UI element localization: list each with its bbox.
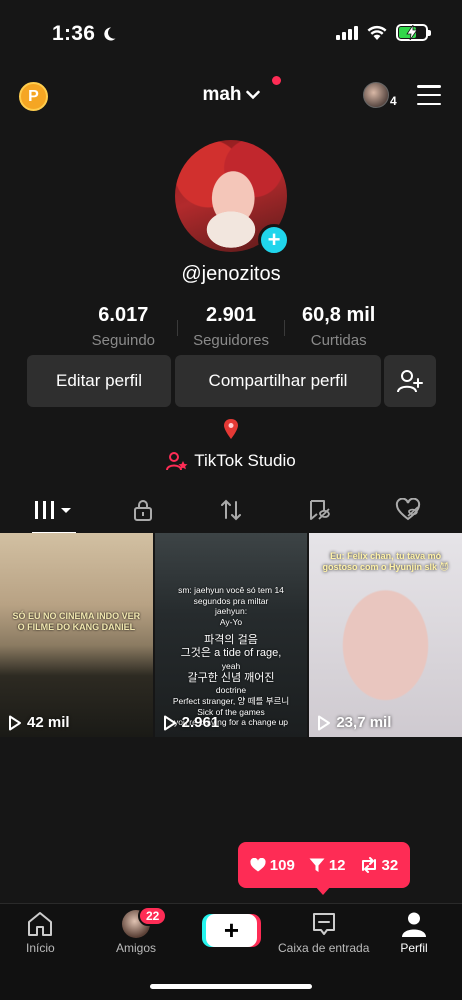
view-count: 23,7 mil <box>317 714 391 731</box>
lyric-line: 갈구한 신념 깨어진 <box>187 671 275 684</box>
lyric-line: Ay-Yo <box>219 616 243 627</box>
stat-following[interactable]: 6.017 Seguindo <box>70 304 177 349</box>
location-pin-icon <box>224 419 238 439</box>
menu-icon[interactable] <box>417 85 441 105</box>
tab-videos[interactable] <box>24 492 84 534</box>
nav-home-label: Início <box>26 941 55 955</box>
lyric-line: sm: jaehyun você só tem 14 segundos pra … <box>178 585 284 606</box>
play-icon <box>163 715 176 730</box>
stat-followers-value: 2.901 <box>205 304 257 326</box>
notification-dot <box>272 76 281 85</box>
nav-home[interactable]: Início <box>26 910 55 955</box>
repost-icon <box>220 499 241 521</box>
moon-icon <box>104 27 116 41</box>
profile-stats: 6.017 Seguindo 2.901 Seguidores 60,8 mil… <box>70 304 392 349</box>
tiktok-studio-link[interactable]: TikTok Studio <box>0 451 462 471</box>
heart-icon <box>250 858 266 872</box>
lyric-line: doctrine <box>215 685 247 696</box>
stat-likes[interactable]: 60,8 mil Curtidas <box>285 304 392 349</box>
nav-inbox[interactable]: Caixa de entrada <box>278 910 369 955</box>
likes-count: 109 <box>250 857 295 874</box>
video-caption: Eu: Felix chan, tu tava mó gostoso com o… <box>322 551 449 573</box>
account-avatar <box>363 82 389 108</box>
profile-handle: @jenozitos <box>181 263 281 285</box>
lyric-line: yeah <box>221 661 241 671</box>
nav-profile[interactable]: Perfil <box>400 910 428 955</box>
add-friend-button[interactable] <box>384 355 436 407</box>
notification-tail <box>315 886 331 895</box>
create-button[interactable]: + <box>206 914 257 947</box>
inbox-icon <box>312 913 335 935</box>
view-count-text: 2.961 <box>181 714 220 731</box>
time-text: 1:36 <box>52 22 96 45</box>
reposts-text: 32 <box>381 856 399 874</box>
filter-share-icon <box>309 858 325 872</box>
share-profile-button[interactable]: Compartilhar perfil <box>175 355 381 407</box>
video-thumbnail[interactable]: SÓ EU NO CINEMA INDO VER O FILME DO KANG… <box>0 533 153 737</box>
activity-notification[interactable]: 109 12 32 <box>238 842 410 888</box>
home-indicator <box>150 984 312 989</box>
edit-profile-button[interactable]: Editar perfil <box>27 355 171 407</box>
video-lyrics: sm: jaehyun você só tem 14 segundos pra … <box>163 585 300 728</box>
stat-followers[interactable]: 2.901 Seguidores <box>178 304 285 349</box>
wifi-icon <box>367 25 387 40</box>
view-count: 42 mil <box>8 714 70 731</box>
stat-likes-label: Curtidas <box>310 332 367 349</box>
stat-following-value: 6.017 <box>98 304 149 326</box>
nav-profile-label: Perfil <box>400 941 428 955</box>
chevron-down-icon <box>245 90 260 100</box>
view-count: 2.961 <box>163 714 220 731</box>
status-icons <box>336 24 431 41</box>
nav-friends-label: Amigos <box>116 941 157 955</box>
accounts-button[interactable]: 4 <box>363 82 397 108</box>
studio-icon <box>166 452 188 471</box>
tab-saved[interactable] <box>289 492 349 528</box>
lyric-line: 파격의 걸음 <box>204 633 258 646</box>
lyric-line: jaehyun: <box>214 606 248 617</box>
video-caption: SÓ EU NO CINEMA INDO VER O FILME DO KANG… <box>12 611 141 633</box>
profile-tabs <box>0 490 462 534</box>
play-icon <box>9 715 21 730</box>
header-username: mah <box>202 84 242 105</box>
likes-text: 109 <box>269 856 295 874</box>
stat-following-label: Seguindo <box>91 332 156 349</box>
videos-grid-icon <box>35 501 72 519</box>
video-grid: SÓ EU NO CINEMA INDO VER O FILME DO KANG… <box>0 533 462 737</box>
tab-private[interactable] <box>113 492 173 528</box>
nav-inbox-label: Caixa de entrada <box>278 941 370 955</box>
shares-count: 12 <box>309 857 346 874</box>
battery-charging-icon <box>396 24 431 41</box>
liked-icon <box>395 498 420 521</box>
home-icon <box>28 912 53 936</box>
repost-icon <box>361 857 376 873</box>
lyric-line: Perfect stranger, 양 떼를 부르니 <box>172 696 290 706</box>
saved-icon <box>310 500 331 520</box>
view-count-text: 23,7 mil <box>336 714 392 731</box>
studio-label: TikTok Studio <box>194 451 296 470</box>
video-thumbnail[interactable]: sm: jaehyun você só tem 14 segundos pra … <box>154 533 308 737</box>
shares-text: 12 <box>328 856 346 874</box>
stat-likes-value: 60,8 mil <box>301 304 376 326</box>
nav-friends[interactable]: 22 Amigos <box>116 906 168 955</box>
stat-followers-label: Seguidores <box>193 332 269 349</box>
signal-icon <box>336 25 358 40</box>
reposts-count: 32 <box>360 856 399 874</box>
play-icon <box>318 715 331 730</box>
tab-reposts[interactable] <box>201 492 261 528</box>
account-count: 4 <box>390 94 397 108</box>
status-time: 1:36 <box>52 22 117 46</box>
tab-liked[interactable] <box>378 492 438 528</box>
add-user-icon <box>397 370 423 393</box>
lock-icon <box>133 500 152 521</box>
add-story-icon[interactable]: + <box>258 224 290 256</box>
profile-icon <box>402 912 426 937</box>
view-count-text: 42 mil <box>27 714 70 731</box>
friends-badge: 22 <box>138 906 168 926</box>
lyric-line: 그것은 a tide of rage, <box>180 647 282 660</box>
video-thumbnail[interactable]: Eu: Felix chan, tu tava mó gostoso com o… <box>309 533 462 737</box>
